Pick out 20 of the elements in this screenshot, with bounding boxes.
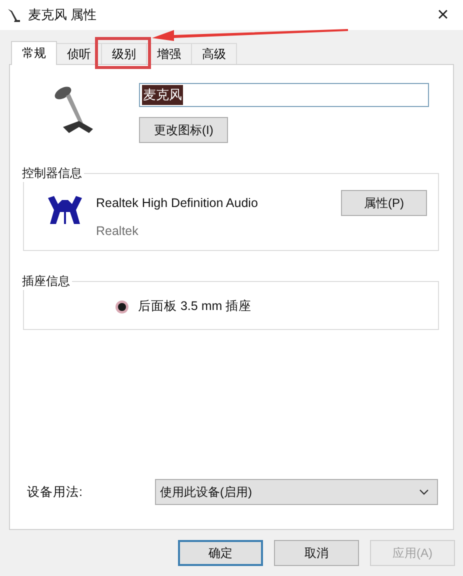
chevron-down-icon	[419, 489, 429, 495]
dialog-button[interactable]: 确定	[178, 540, 263, 566]
close-button[interactable]: ×	[423, 0, 463, 30]
properties-button[interactable]: 属性(P)	[341, 190, 427, 216]
microphone-icon	[6, 7, 22, 23]
device-name: Realtek High Definition Audio	[96, 196, 259, 210]
window-title: 麦克风 属性	[28, 6, 97, 24]
group-label: 控制器信息	[20, 165, 84, 182]
jack-icon	[115, 300, 129, 314]
crab-logo-icon	[46, 196, 84, 226]
change-icon-button[interactable]: 更改图标(I)	[139, 117, 228, 143]
usage-label: 设备用法:	[27, 484, 84, 500]
group-label: 插座信息	[20, 273, 72, 290]
usage-dropdown[interactable]: 使用此设备(启用)	[155, 479, 438, 505]
name-field[interactable]: 麦克风	[139, 83, 429, 107]
dialog-button[interactable]: 取消	[274, 540, 359, 566]
jack-label: 后面板 3.5 mm 插座	[138, 298, 252, 315]
vendor-name: Realtek	[96, 224, 140, 238]
tab[interactable]: 常规	[11, 41, 57, 65]
tab[interactable]: 高级	[191, 43, 237, 64]
